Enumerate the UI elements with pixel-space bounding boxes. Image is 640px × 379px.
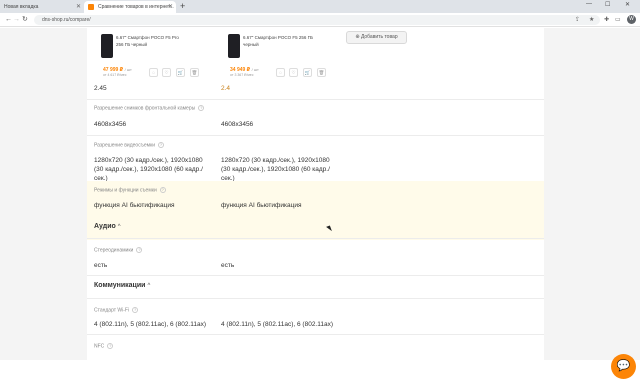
product-name[interactable]: 6.67" Смартфон POCO F5 256 ГБ черный [243, 34, 313, 48]
tab-compare[interactable]: Сравнение товаров в интернет... ✕ [84, 1, 176, 13]
tab-label: Сравнение товаров в интернет... [98, 4, 174, 10]
close-tab-icon[interactable]: ✕ [76, 1, 81, 13]
spec-value: 4 (802.11n), 5 (802.11ac), 6 (802.11ax) [221, 321, 334, 328]
product-card: 6.67" Смартфон POCO F5 256 ГБ черный 34 … [214, 30, 332, 80]
minimize-icon[interactable]: — [586, 1, 592, 7]
back-icon[interactable]: ← [5, 14, 12, 26]
chevron-up-icon[interactable]: ^ [147, 283, 150, 289]
share-icon[interactable]: ⇪ [575, 15, 580, 25]
add-product-button[interactable]: ⊕ Добавить товар [346, 31, 407, 44]
browser-tab-bar: Новая вкладка ✕ Сравнение товаров в инте… [0, 0, 640, 13]
reload-icon[interactable]: ↻ [22, 14, 28, 26]
close-window-icon[interactable]: ✕ [625, 1, 630, 8]
spec-value: 2.4 [221, 85, 231, 92]
favorite-heart-icon[interactable]: ♡ [162, 68, 171, 77]
row-divider [87, 275, 544, 276]
spec-value: есть [94, 262, 108, 269]
product-image[interactable] [228, 34, 240, 58]
tab-new-tab[interactable]: Новая вкладка ✕ [0, 1, 84, 13]
product-credit: от 4 617 ₽/мес [103, 73, 127, 77]
row-divider [87, 334, 544, 335]
help-icon[interactable]: ? [132, 307, 139, 313]
section-header-communications[interactable]: Коммуникации ^ [94, 282, 150, 289]
help-icon[interactable]: ? [159, 187, 166, 193]
address-toolbar: ← → ↻ dns-shop.ru/compare/ ⇪ ★ ✚ ▭ W [0, 13, 640, 27]
cart-icon[interactable]: 🛒 [176, 68, 185, 77]
spec-value: 1280x720 (30 кадр./сек.), 1920x1080 (30 … [94, 157, 203, 182]
row-divider [87, 298, 544, 299]
product-credit: от 3 367 ₽/мес [230, 73, 254, 77]
spec-label: Разрешение видеосъемки? [94, 142, 165, 149]
section-header-audio[interactable]: Аудио ^ [94, 223, 121, 230]
spec-value: 4608x3456 [221, 121, 254, 128]
close-tab-icon[interactable]: ✕ [168, 1, 173, 13]
cart-icon[interactable]: 🛒 [303, 68, 312, 77]
chevron-up-icon[interactable]: ^ [118, 224, 121, 230]
spec-label: Режимы и функции съемки? [94, 187, 166, 194]
spec-value: 4 (802.11n), 5 (802.11ac), 6 (802.11ax) [94, 321, 207, 328]
help-icon[interactable]: ? [198, 105, 205, 111]
sidebar-icon[interactable]: ▭ [615, 14, 621, 26]
profile-avatar[interactable]: W [627, 15, 636, 24]
favorite-heart-icon[interactable]: ♡ [289, 68, 298, 77]
product-card: 6.67" Смартфон POCO F5 Pro 256 ГБ черный… [87, 30, 205, 80]
compare-icon[interactable]: ◌ [276, 68, 285, 77]
row-divider [87, 99, 544, 100]
help-icon[interactable]: ? [107, 343, 114, 349]
dns-favicon-icon [88, 4, 94, 10]
tab-label: Новая вкладка [4, 4, 39, 10]
spec-label: Стереодинамики? [94, 247, 143, 254]
delete-icon[interactable]: 🗑 [317, 68, 326, 77]
forward-icon[interactable]: → [13, 14, 20, 26]
spec-value: 1280x720 (30 кадр./сек.), 1920x1080 (30 … [221, 157, 330, 182]
row-divider [87, 135, 544, 136]
spec-value: есть [221, 262, 235, 269]
spec-value: функция AI бьютификация [94, 202, 175, 209]
help-icon[interactable]: ? [136, 247, 143, 253]
spec-label: Стандарт Wi-Fi? [94, 307, 139, 314]
address-bar[interactable]: dns-shop.ru/compare/ ⇪ ★ [34, 15, 600, 25]
maximize-icon[interactable]: ☐ [605, 1, 610, 8]
spec-label: Разрешение снимков фронтальной камеры? [94, 105, 205, 112]
spec-value: 2.45 [94, 85, 107, 92]
page-content: 6.67" Смартфон POCO F5 Pro 256 ГБ черный… [0, 28, 640, 379]
compare-icon[interactable]: ◌ [149, 68, 158, 77]
product-name[interactable]: 6.67" Смартфон POCO F5 Pro 256 ГБ черный [116, 34, 186, 48]
bookmark-star-icon[interactable]: ★ [589, 15, 594, 25]
help-icon[interactable]: ? [158, 142, 165, 148]
spec-label: NFC? [94, 343, 114, 350]
row-divider [87, 238, 544, 239]
delete-icon[interactable]: 🗑 [190, 68, 199, 77]
chat-support-icon[interactable]: 💬 [611, 354, 636, 379]
extensions-icon[interactable]: ✚ [604, 14, 609, 26]
spec-value: 4608x3456 [94, 121, 127, 128]
product-image[interactable] [101, 34, 113, 58]
url-text: dns-shop.ru/compare/ [42, 17, 91, 23]
new-tab-button[interactable]: + [180, 1, 185, 12]
spec-value: функция AI бьютификация [221, 202, 302, 209]
